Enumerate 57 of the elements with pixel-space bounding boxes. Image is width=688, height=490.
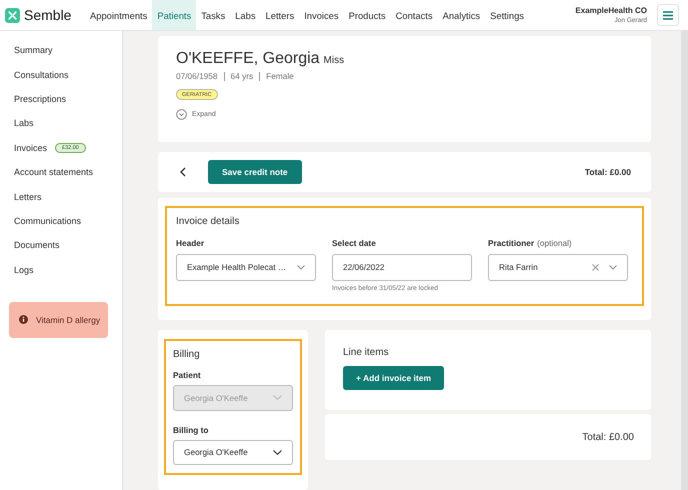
info-icon (19, 315, 28, 324)
field-label: Select date (332, 238, 377, 248)
patient-detail: 07/06/1958 (176, 71, 218, 81)
logo-text: Semble (24, 7, 72, 23)
sidebar-item[interactable]: Prescriptions (14, 94, 66, 104)
menu-icon (663, 10, 673, 20)
nav-tab[interactable]: Contacts (390, 0, 438, 30)
organization-name: ExampleHealth CO (575, 6, 647, 15)
field-label: Header (176, 238, 206, 248)
nav-tab[interactable]: Products (344, 0, 391, 30)
patient-detail: Female (266, 71, 294, 81)
back-button[interactable] (178, 164, 188, 179)
sidebar-item[interactable]: Documents (14, 240, 60, 250)
date-field[interactable]: 22/06/2022 (332, 254, 472, 281)
add-invoice-item-button[interactable]: + Add invoice item (343, 366, 444, 390)
field-label: Billing to (173, 424, 210, 434)
sidebar-item[interactable]: Communications (14, 216, 82, 226)
section-title: Billing (173, 349, 201, 360)
sidebar-item[interactable]: Logs (14, 264, 34, 275)
sidebar-item[interactable]: Consultations (14, 70, 69, 80)
field-label: Practitioner (optional) (488, 238, 573, 248)
nav-tab[interactable]: Invoices (299, 0, 344, 30)
total-text: Total: £0.00 (582, 432, 634, 442)
select-field[interactable]: Georgia O'Keeffe (173, 440, 293, 465)
patient-detail: 64 yrs (230, 71, 254, 81)
logo-icon (5, 8, 20, 22)
chevron-circle-icon (176, 109, 187, 120)
sidebar-item[interactable]: Summary (14, 45, 53, 56)
total-text: Total: £0.00 (584, 166, 631, 177)
nav-tab[interactable]: Settings (485, 0, 529, 30)
scrollbar[interactable] (681, 31, 688, 490)
nav-tab[interactable]: Appointments (85, 0, 152, 30)
sidebar-item[interactable]: Letters (14, 192, 42, 202)
patient-title: Miss (324, 55, 344, 66)
save-credit-note-button[interactable]: Save credit note (208, 160, 302, 184)
nav-tab[interactable]: Labs (230, 0, 261, 30)
nav-tab[interactable]: Patients (152, 0, 196, 30)
chevron-down-icon (273, 395, 282, 400)
chevron-down-icon (297, 264, 305, 270)
field-label: Patient (173, 370, 202, 380)
alert-text: Vitamin D allergy (36, 314, 100, 325)
nav-tab[interactable]: Letters (260, 0, 300, 30)
select-field[interactable]: Example Health Polecat … (176, 254, 316, 281)
clear-icon[interactable] (592, 264, 599, 271)
chevron-down-icon (273, 450, 282, 455)
sidebar-item[interactable]: Invoices (14, 142, 48, 153)
section-title: Line items (343, 347, 389, 358)
sidebar-item[interactable]: Account statements (14, 167, 94, 178)
select-field[interactable]: Rita Farrin (488, 254, 628, 281)
patient-name: O'KEEFFE, Georgia (176, 50, 320, 68)
menu-button[interactable] (657, 4, 679, 26)
back-icon (180, 166, 186, 177)
sidebar-item[interactable]: Labs (14, 118, 34, 128)
chevron-down-icon (609, 264, 617, 270)
section-title: Invoice details (176, 216, 240, 227)
nav-tab[interactable]: Tasks (196, 0, 230, 30)
nav-tab[interactable]: Analytics (438, 0, 486, 30)
